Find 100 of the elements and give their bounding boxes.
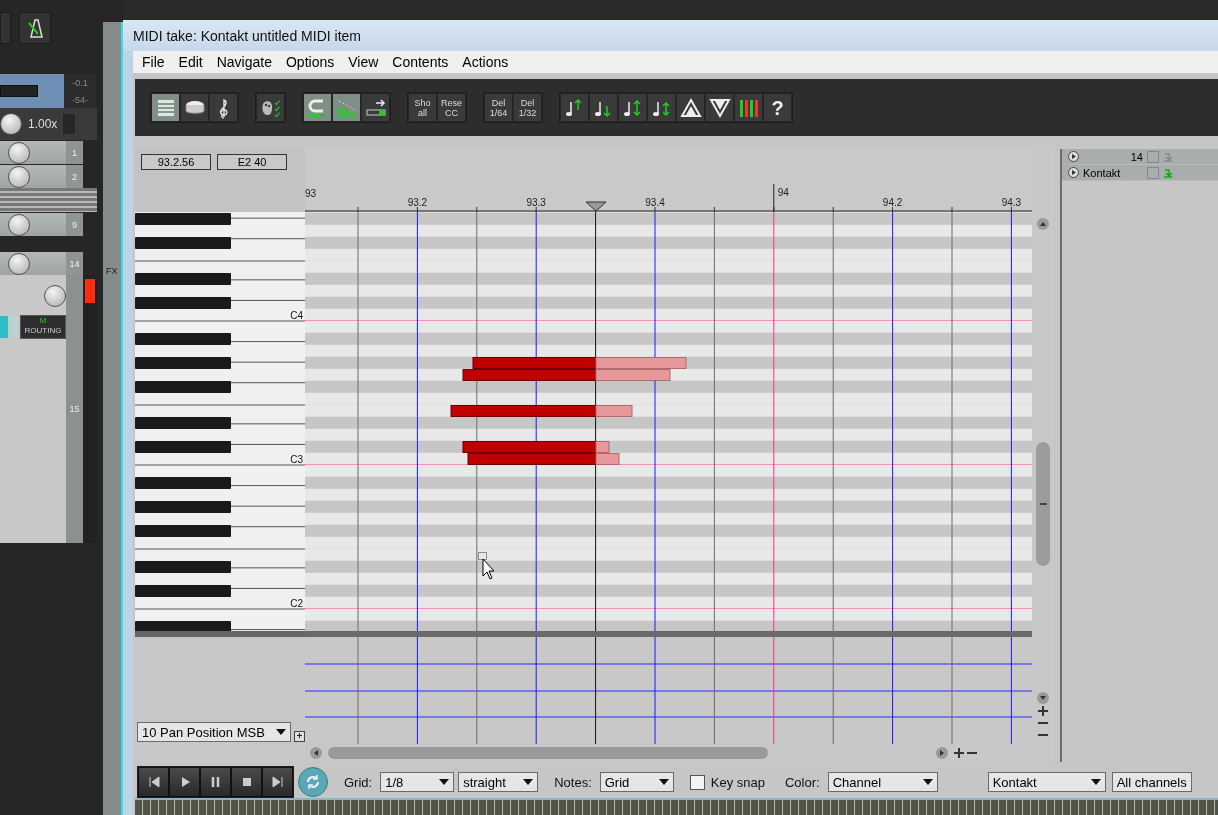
beat-number: 94.3 <box>1001 197 1022 208</box>
volume-fader[interactable] <box>0 74 64 108</box>
track-checkbox[interactable] <box>1147 150 1159 163</box>
scroll-thumb[interactable] <box>1036 442 1050 566</box>
window-title: MIDI take: Kontakt untitled MIDI item <box>133 27 361 44</box>
track-name: 14 <box>1129 150 1143 163</box>
peak-indicator <box>85 279 95 303</box>
note-octave-up-button[interactable] <box>560 93 589 122</box>
pan-knob[interactable] <box>8 252 30 275</box>
menu-item[interactable]: Edit <box>171 54 210 71</box>
key-label: C2 <box>290 598 303 609</box>
plus-icon <box>296 732 304 739</box>
pan-knob[interactable] <box>8 165 30 188</box>
toolbar-button[interactable]: Rese CC <box>437 93 466 122</box>
track-checkbox[interactable] <box>1147 166 1159 179</box>
key-snap-checkbox[interactable] <box>689 774 705 790</box>
routing-button[interactable]: M ROUTING <box>20 315 66 339</box>
magnet-button[interactable] <box>303 93 332 122</box>
menu-item[interactable]: Options <box>278 54 342 71</box>
mixer-bars-button[interactable] <box>734 93 763 122</box>
toolbar-button[interactable]: Del 1/32 <box>513 93 542 122</box>
loop-button[interactable] <box>298 767 328 797</box>
color-dropdown[interactable]: Channel <box>827 772 938 792</box>
mouse-pointer-icon <box>478 552 496 580</box>
toolbar-button[interactable]: ? <box>763 93 792 122</box>
fx-arrow-button[interactable] <box>361 93 390 122</box>
track-row[interactable]: 14 <box>1062 149 1218 165</box>
drum-button[interactable] <box>180 93 209 122</box>
grid-size-dropdown[interactable]: 1/8 <box>380 772 455 792</box>
pause-icon <box>209 776 222 788</box>
menu-item[interactable]: Contents <box>385 54 456 71</box>
pan-knob[interactable] <box>8 213 30 236</box>
track-row[interactable]: Kontakt <box>1062 165 1218 181</box>
caret-icon <box>658 779 669 785</box>
piano-keys-button[interactable] <box>151 93 180 122</box>
caret-icon <box>922 779 933 785</box>
note-up-down-button[interactable] <box>647 93 676 122</box>
position-field[interactable]: 93.2.56 <box>141 154 211 170</box>
beat-number: 93.4 <box>645 197 665 208</box>
add-lane-button[interactable] <box>294 731 305 742</box>
play-icon <box>1068 151 1079 162</box>
palette-list-button[interactable] <box>256 93 285 122</box>
fx-label: FX <box>106 266 118 276</box>
notes-label: Notes: <box>554 774 592 790</box>
scroll-left-button[interactable] <box>310 747 322 759</box>
up-arrow-icon <box>1039 220 1047 228</box>
beat-number: 94.2 <box>882 197 903 208</box>
zoom-in-button[interactable] <box>954 748 964 758</box>
notes-dropdown[interactable]: Grid <box>599 772 674 792</box>
scroll-down-button[interactable] <box>1037 692 1049 704</box>
instrument-dropdown[interactable]: Kontakt <box>987 772 1106 792</box>
grid-type-dropdown[interactable]: straight <box>458 772 539 792</box>
pan-knob[interactable] <box>44 285 66 307</box>
beat-number: 93.2 <box>407 197 428 208</box>
scroll-thumb[interactable] <box>328 747 768 759</box>
pan-knob[interactable] <box>8 141 30 164</box>
down-arrow-icon <box>1039 694 1047 702</box>
meter-readout: -0.1 <box>72 77 88 88</box>
playrate-value: 1.00x <box>28 117 58 131</box>
pause-button[interactable] <box>200 767 231 797</box>
right-arrow-icon <box>938 749 946 757</box>
key-label: C3 <box>290 454 303 465</box>
loop-icon <box>304 773 322 791</box>
menu-item[interactable]: Actions <box>455 54 516 71</box>
fader-number: 15 <box>69 404 80 414</box>
stop-button[interactable] <box>231 767 262 797</box>
toolbar-button[interactable]: Sho all <box>408 93 437 122</box>
caret-icon <box>1090 779 1101 785</box>
skip-forward-button[interactable] <box>262 767 293 797</box>
note-up-down-button[interactable] <box>618 93 647 122</box>
note-octave-down-button[interactable] <box>589 93 618 122</box>
key-snap-label: Key snap <box>710 774 765 790</box>
metronome-button[interactable] <box>19 12 51 44</box>
zoom-in-button[interactable] <box>1038 706 1048 716</box>
menu-item[interactable]: Navigate <box>209 54 279 71</box>
scroll-right-button[interactable] <box>936 747 948 759</box>
skip-back-button[interactable] <box>138 767 169 797</box>
plus-icon <box>954 748 964 758</box>
skip-back-icon <box>147 776 160 788</box>
velocity-bars-button[interactable] <box>332 93 361 122</box>
triangle-up-button[interactable] <box>676 93 705 122</box>
rate-knob[interactable] <box>0 113 22 135</box>
position-field[interactable]: E2 40 <box>217 154 287 170</box>
fx-arrow-icon <box>364 96 387 119</box>
menu-item[interactable]: File <box>135 54 172 71</box>
play-button[interactable] <box>169 767 200 797</box>
triangle-down-button[interactable] <box>705 93 734 122</box>
grid-label: Grid: <box>344 774 373 790</box>
caret-icon <box>523 779 534 785</box>
treble-clef-button[interactable] <box>209 93 238 122</box>
beat-number: 93.3 <box>526 197 546 208</box>
arrow-icon <box>1163 167 1173 178</box>
menu-item[interactable]: View <box>341 54 386 71</box>
scroll-up-button[interactable] <box>1037 218 1049 230</box>
toolbar-button[interactable]: Del 1/64 <box>484 93 513 122</box>
key-label: C4 <box>290 310 303 321</box>
channel-dropdown[interactable]: All channels <box>1111 772 1192 792</box>
caret-icon <box>439 779 450 785</box>
cc-lane-dropdown[interactable]: 10 Pan Position MSB <box>137 722 292 742</box>
stop-icon <box>240 776 253 788</box>
